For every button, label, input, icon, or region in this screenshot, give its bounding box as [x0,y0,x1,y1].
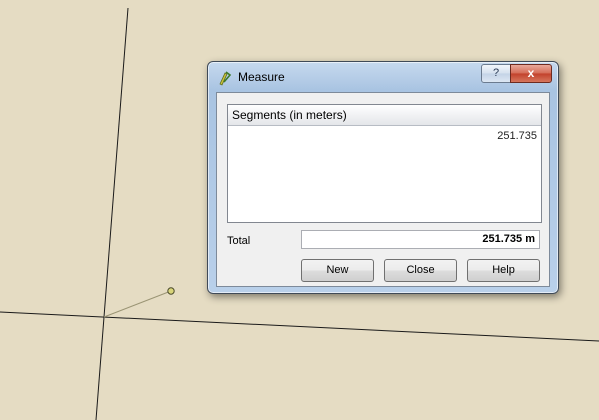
titlebar-help-button[interactable]: ? [481,64,511,83]
dialog-title: Measure [238,70,285,84]
close-button[interactable]: Close [384,259,457,282]
help-button[interactable]: Help [467,259,540,282]
segments-column-header[interactable]: Segments (in meters) [228,105,541,126]
total-value-field[interactable]: 251.735 m [301,230,540,249]
measure-ruler-icon [219,71,232,86]
total-label: Total [227,235,251,247]
measure-vertex-marker [167,287,175,295]
segments-table[interactable]: Segments (in meters) 251.735 [227,104,542,223]
titlebar-close-button[interactable]: x [510,64,552,83]
segment-value-cell[interactable]: 251.735 [497,130,537,142]
dialog-titlebar[interactable]: Measure ? x [208,62,558,92]
measure-dialog: Measure ? x Segments (in meters) 251.735… [207,61,559,294]
dialog-client-area: Segments (in meters) 251.735 Total 251.7… [216,92,550,287]
new-button[interactable]: New [301,259,374,282]
